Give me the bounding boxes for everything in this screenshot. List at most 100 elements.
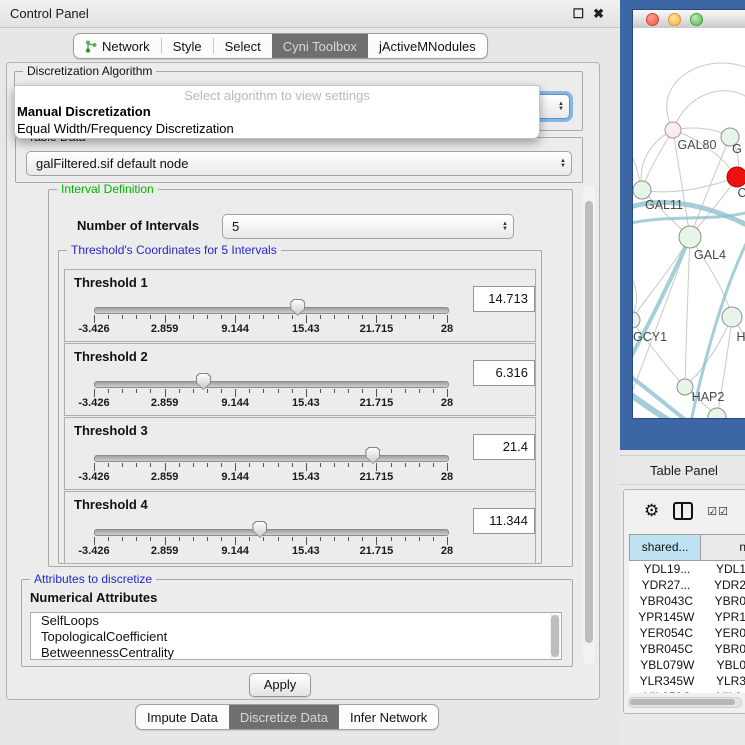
network-edge[interactable] xyxy=(633,237,690,320)
tab-label: Infer Network xyxy=(350,710,427,725)
slider-track[interactable] xyxy=(94,307,449,314)
attribute-list-item[interactable]: SelfLoops xyxy=(31,613,561,629)
table-row[interactable]: YBL079WYBL0 xyxy=(629,657,745,673)
network-edge[interactable] xyxy=(667,63,745,130)
column-split-icon[interactable] xyxy=(673,502,693,520)
zoom-traffic-light-icon[interactable] xyxy=(690,13,703,26)
network-node-c[interactable] xyxy=(727,167,745,187)
threshold-value-field[interactable]: 21.4 xyxy=(473,434,535,460)
close-traffic-light-icon[interactable] xyxy=(646,13,659,26)
table-row[interactable]: YER054CYER0 xyxy=(629,625,745,641)
network-edge[interactable] xyxy=(685,237,690,387)
horizontal-scrollbar[interactable] xyxy=(628,697,742,708)
table-panel-title: Table Panel xyxy=(650,463,718,478)
list-scrollbar[interactable] xyxy=(550,614,560,658)
checkboxes-icon[interactable]: ☑☑ xyxy=(707,505,729,518)
network-canvas[interactable]: GAL80GCGAL11GAL4GCY1HHAP2 xyxy=(633,28,745,418)
algorithm-dropdown-popup: Select algorithm to view settings Manual… xyxy=(14,85,540,139)
apply-button[interactable]: Apply xyxy=(249,673,311,697)
node-table: shared... n YDL19...YDL1YDR27...YDR2YBR0… xyxy=(629,534,745,693)
slider-track[interactable] xyxy=(94,529,449,536)
slider-track[interactable] xyxy=(94,381,449,388)
table-row[interactable]: YBR043CYBR0 xyxy=(629,593,745,609)
network-node-h[interactable] xyxy=(722,307,742,327)
numerical-attributes-list[interactable]: SelfLoopsTopologicalCoefficientBetweenne… xyxy=(30,612,562,660)
tab-label: Discretize Data xyxy=(240,710,328,725)
table-data-combobox[interactable]: galFiltered.sif default node ▲▼ xyxy=(26,151,572,176)
node-label-gcy1: GCY1 xyxy=(633,330,667,344)
table-row[interactable]: YDL19...YDL1 xyxy=(629,561,745,577)
attribute-list-item[interactable]: TopologicalCoefficient xyxy=(31,629,561,645)
gear-icon[interactable]: ⚙ xyxy=(644,501,659,521)
network-node[interactable] xyxy=(708,408,726,418)
table-data-value: galFiltered.sif default node xyxy=(27,156,555,171)
tab-jactivemnodules[interactable]: jActiveMNodules xyxy=(368,34,487,58)
column-header-shared-name[interactable]: shared... xyxy=(630,535,701,560)
slider-thumb[interactable] xyxy=(365,447,380,464)
control-panel-titlebar: Control Panel ☐ ✖ xyxy=(0,0,620,28)
node-label-gal11: GAL11 xyxy=(645,198,683,212)
dropdown-option-manual[interactable]: Manual Discretization xyxy=(15,103,539,120)
network-node-gal4[interactable] xyxy=(679,226,701,248)
close-icon[interactable]: ✖ xyxy=(593,7,604,20)
slider-thumb[interactable] xyxy=(252,521,267,538)
node-label-gal80: GAL80 xyxy=(678,138,717,152)
numerical-attributes-label: Numerical Attributes xyxy=(30,590,157,605)
table-row[interactable]: YBR045CYBR0 xyxy=(629,641,745,657)
slider-track[interactable] xyxy=(94,455,449,462)
network-edge[interactable] xyxy=(642,130,673,190)
tab-label: Cyni Toolbox xyxy=(283,39,357,54)
num-intervals-combobox[interactable]: 5 ▲▼ xyxy=(222,214,514,239)
threshold-label: Threshold 1 xyxy=(74,275,148,290)
table-header-row: shared... n xyxy=(629,534,745,561)
network-edge[interactable] xyxy=(642,177,737,192)
tab-style[interactable]: Style xyxy=(162,34,213,58)
network-edge[interactable] xyxy=(690,137,730,237)
table-row[interactable]: YIL052CYIL0 xyxy=(629,689,745,693)
control-panel: Control Panel ☐ ✖ NetworkStyle Select Cyni… xyxy=(0,0,620,745)
node-label-c: C xyxy=(737,186,745,200)
network-node-gal11[interactable] xyxy=(633,181,651,199)
table-row[interactable]: YDR27...YDR2 xyxy=(629,577,745,593)
network-edge[interactable] xyxy=(633,237,690,364)
cell-name: YIL0 xyxy=(706,689,745,693)
cell-shared-name: YDR27... xyxy=(629,577,703,593)
attribute-list-item[interactable]: BetweennessCentrality xyxy=(31,645,561,660)
tab-discretize-data[interactable]: Discretize Data xyxy=(229,705,339,729)
network-node-hap2[interactable] xyxy=(677,379,693,395)
network-window-titlebar[interactable] xyxy=(633,10,745,29)
table-data-group: Table Data galFiltered.sif default node … xyxy=(15,137,583,183)
network-edge[interactable] xyxy=(673,91,745,130)
network-graph: GAL80GCGAL11GAL4GCY1HHAP2 xyxy=(633,28,745,418)
network-edge[interactable] xyxy=(633,237,690,400)
tab-label: Select xyxy=(225,39,261,54)
column-header-name[interactable]: n xyxy=(701,535,745,560)
threshold-value-field[interactable]: 11.344 xyxy=(473,508,535,534)
network-node-gcy1[interactable] xyxy=(633,312,640,328)
slider-scale-labels: -3.4262.8599.14415.4321.71528 xyxy=(94,321,447,335)
table-row[interactable]: YPR145WYPR1 xyxy=(629,609,745,625)
tab-cyni-toolbox[interactable]: Cyni Toolbox xyxy=(272,34,368,58)
panel-title: Control Panel xyxy=(0,6,89,21)
network-node-gal80[interactable] xyxy=(665,122,681,138)
dropdown-option-equal-width[interactable]: Equal Width/Frequency Discretization xyxy=(15,120,539,137)
threshold-value-field[interactable]: 6.316 xyxy=(473,360,535,386)
settings-scrollbar[interactable] xyxy=(583,185,595,665)
cell-name: YLR3 xyxy=(705,673,745,689)
cell-name: YER0 xyxy=(704,625,745,641)
float-icon[interactable]: ☐ xyxy=(572,7,584,20)
slider-thumb[interactable] xyxy=(290,299,305,316)
table-toolbar: ⚙ ☑☑ xyxy=(624,490,745,532)
minimize-traffic-light-icon[interactable] xyxy=(668,13,681,26)
threshold-value-field[interactable]: 14.713 xyxy=(473,286,535,312)
network-window: GAL80GCGAL11GAL4GCY1HHAP2 xyxy=(620,0,745,450)
slider-thumb[interactable] xyxy=(196,373,211,390)
cell-name: YPR1 xyxy=(704,609,745,625)
table-row[interactable]: YLR345WYLR3 xyxy=(629,673,745,689)
tab-network[interactable]: Network xyxy=(74,34,161,58)
tab-impute-data[interactable]: Impute Data xyxy=(136,705,229,729)
tab-label: jActiveMNodules xyxy=(379,39,476,54)
tab-infer-network[interactable]: Infer Network xyxy=(339,705,438,729)
cell-shared-name: YBR045C xyxy=(629,641,704,657)
tab-select[interactable]: Select xyxy=(214,34,272,58)
